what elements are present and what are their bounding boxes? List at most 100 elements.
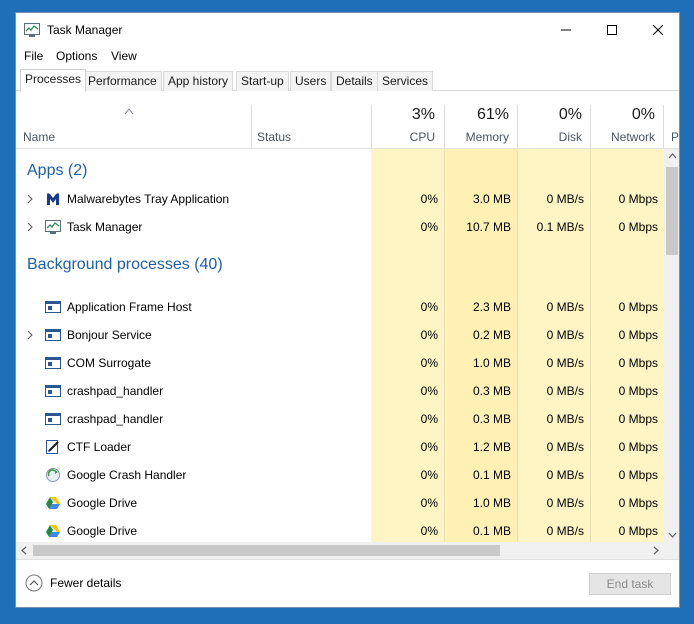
cpu-total-percent[interactable]: 3%: [412, 106, 435, 124]
table-row[interactable]: Application Frame Host 0% 2.3 MB 0 MB/s …: [16, 293, 664, 321]
maximize-button[interactable]: [589, 13, 635, 47]
network-value: 0 Mbps: [618, 192, 658, 206]
vertical-scrollbar[interactable]: [664, 149, 679, 542]
end-task-button[interactable]: End task: [589, 573, 671, 595]
table-row[interactable]: Google Crash Handler 0% 0.1 MB 0 MB/s 0 …: [16, 461, 664, 489]
network-value: 0 Mbps: [618, 496, 658, 510]
table-row[interactable]: Bonjour Service 0% 0.2 MB 0 MB/s 0 Mbps: [16, 321, 664, 349]
column-status[interactable]: Status: [257, 130, 291, 144]
disk-value: 0 MB/s: [546, 524, 584, 538]
network-value: 0 Mbps: [618, 328, 658, 342]
menu-bar: File Options View: [16, 47, 679, 67]
fewer-details-label: Fewer details: [50, 576, 122, 590]
minimize-button[interactable]: [543, 13, 589, 47]
disk-value: 0 MB/s: [546, 300, 584, 314]
cpu-value: 0%: [420, 220, 438, 234]
scroll-down-icon[interactable]: [668, 532, 677, 538]
window-icon: [45, 357, 61, 369]
chevron-up-circle-icon: [25, 574, 43, 592]
network-total-percent[interactable]: 0%: [632, 106, 655, 124]
menu-file[interactable]: File: [24, 49, 43, 63]
table-row[interactable]: CTF Loader 0% 1.2 MB 0 MB/s 0 Mbps: [16, 433, 664, 461]
chevron-right-icon[interactable]: [26, 222, 34, 232]
pen-icon: [46, 440, 59, 454]
table-row[interactable]: crashpad_handler 0% 0.3 MB 0 MB/s 0 Mbps: [16, 377, 664, 405]
cpu-value: 0%: [420, 524, 438, 538]
column-memory[interactable]: Memory: [466, 130, 509, 144]
tab-performance[interactable]: Performance: [83, 71, 162, 91]
process-name: crashpad_handler: [67, 412, 164, 426]
window-icon: [45, 329, 61, 341]
chevron-right-icon[interactable]: [26, 194, 34, 204]
cpu-value: 0%: [420, 328, 438, 342]
chevron-right-icon[interactable]: [26, 330, 34, 340]
sort-ascending-icon: [124, 108, 134, 115]
column-divider[interactable]: [251, 105, 252, 149]
horizontal-scrollbar[interactable]: [16, 542, 664, 559]
tab-processes[interactable]: Processes: [20, 69, 87, 92]
disk-value: 0 MB/s: [546, 468, 584, 482]
column-name[interactable]: Name: [23, 130, 55, 144]
tab-startup[interactable]: Start-up: [236, 71, 289, 91]
group-title: Apps (2): [27, 162, 88, 179]
scroll-up-icon[interactable]: [668, 153, 677, 159]
memory-value: 3.0 MB: [472, 192, 511, 206]
cpu-value: 0%: [420, 468, 438, 482]
memory-value: 1.2 MB: [472, 440, 511, 454]
table-row[interactable]: COM Surrogate 0% 1.0 MB 0 MB/s 0 Mbps: [16, 349, 664, 377]
tab-app-history[interactable]: App history: [163, 71, 234, 91]
table-row[interactable]: Google Drive 0% 0.1 MB 0 MB/s 0 Mbps: [16, 517, 664, 542]
column-disk[interactable]: Disk: [559, 130, 582, 144]
tab-services[interactable]: Services: [377, 71, 434, 91]
table-row[interactable]: Task Manager 0% 10.7 MB 0.1 MB/s 0 Mbps: [16, 213, 664, 241]
cpu-value: 0%: [420, 496, 438, 510]
disk-value: 0.1 MB/s: [536, 220, 584, 234]
close-button[interactable]: [635, 13, 679, 47]
title-bar[interactable]: Task Manager: [16, 13, 679, 47]
process-name: Application Frame Host: [67, 300, 192, 314]
column-power[interactable]: P: [671, 130, 679, 144]
tab-users[interactable]: Users: [290, 71, 332, 91]
table-row[interactable]: crashpad_handler 0% 0.3 MB 0 MB/s 0 Mbps: [16, 405, 664, 433]
network-value: 0 Mbps: [618, 356, 658, 370]
window-icon: [45, 413, 61, 425]
disk-value: 0 MB/s: [546, 356, 584, 370]
menu-view[interactable]: View: [111, 49, 137, 63]
network-value: 0 Mbps: [618, 384, 658, 398]
scroll-right-icon[interactable]: [653, 546, 659, 555]
horizontal-scroll-thumb[interactable]: [33, 545, 500, 556]
table-row[interactable]: Malwarebytes Tray Application 0% 3.0 MB …: [16, 185, 664, 213]
group-header-background[interactable]: Background processes (40): [16, 251, 664, 281]
memory-total-percent[interactable]: 61%: [477, 106, 509, 124]
column-cpu[interactable]: CPU: [410, 130, 435, 144]
column-divider[interactable]: [517, 105, 518, 149]
column-header: Name Status 3% CPU 61% Memory 0% Disk 0%…: [16, 91, 679, 149]
column-divider[interactable]: [444, 105, 445, 149]
vertical-scroll-thumb[interactable]: [666, 167, 678, 255]
scroll-left-icon[interactable]: [21, 546, 27, 555]
tab-details[interactable]: Details: [331, 71, 378, 91]
menu-options[interactable]: Options: [56, 49, 97, 63]
cpu-value: 0%: [420, 356, 438, 370]
window-icon: [45, 385, 61, 397]
task-manager-window: Task Manager File Options View Processes…: [15, 12, 680, 608]
malwarebytes-icon: [47, 193, 59, 205]
disk-value: 0 MB/s: [546, 412, 584, 426]
process-name: COM Surrogate: [67, 356, 152, 370]
column-network[interactable]: Network: [611, 130, 655, 144]
column-divider[interactable]: [590, 105, 591, 149]
table-row[interactable]: Google Drive 0% 1.0 MB 0 MB/s 0 Mbps: [16, 489, 664, 517]
close-icon: [653, 25, 663, 35]
cpu-value: 0%: [420, 412, 438, 426]
fewer-details-button[interactable]: Fewer details: [16, 560, 146, 607]
group-header-apps[interactable]: Apps (2): [16, 157, 664, 185]
tab-bar: Processes Performance App history Start-…: [16, 69, 679, 93]
column-divider[interactable]: [371, 105, 372, 149]
process-name: crashpad_handler: [67, 384, 164, 398]
column-divider[interactable]: [663, 105, 664, 149]
memory-value: 0.3 MB: [472, 412, 511, 426]
disk-total-percent[interactable]: 0%: [559, 106, 582, 124]
memory-value: 0.3 MB: [472, 384, 511, 398]
memory-value: 10.7 MB: [466, 220, 511, 234]
memory-value: 0.1 MB: [472, 524, 511, 538]
